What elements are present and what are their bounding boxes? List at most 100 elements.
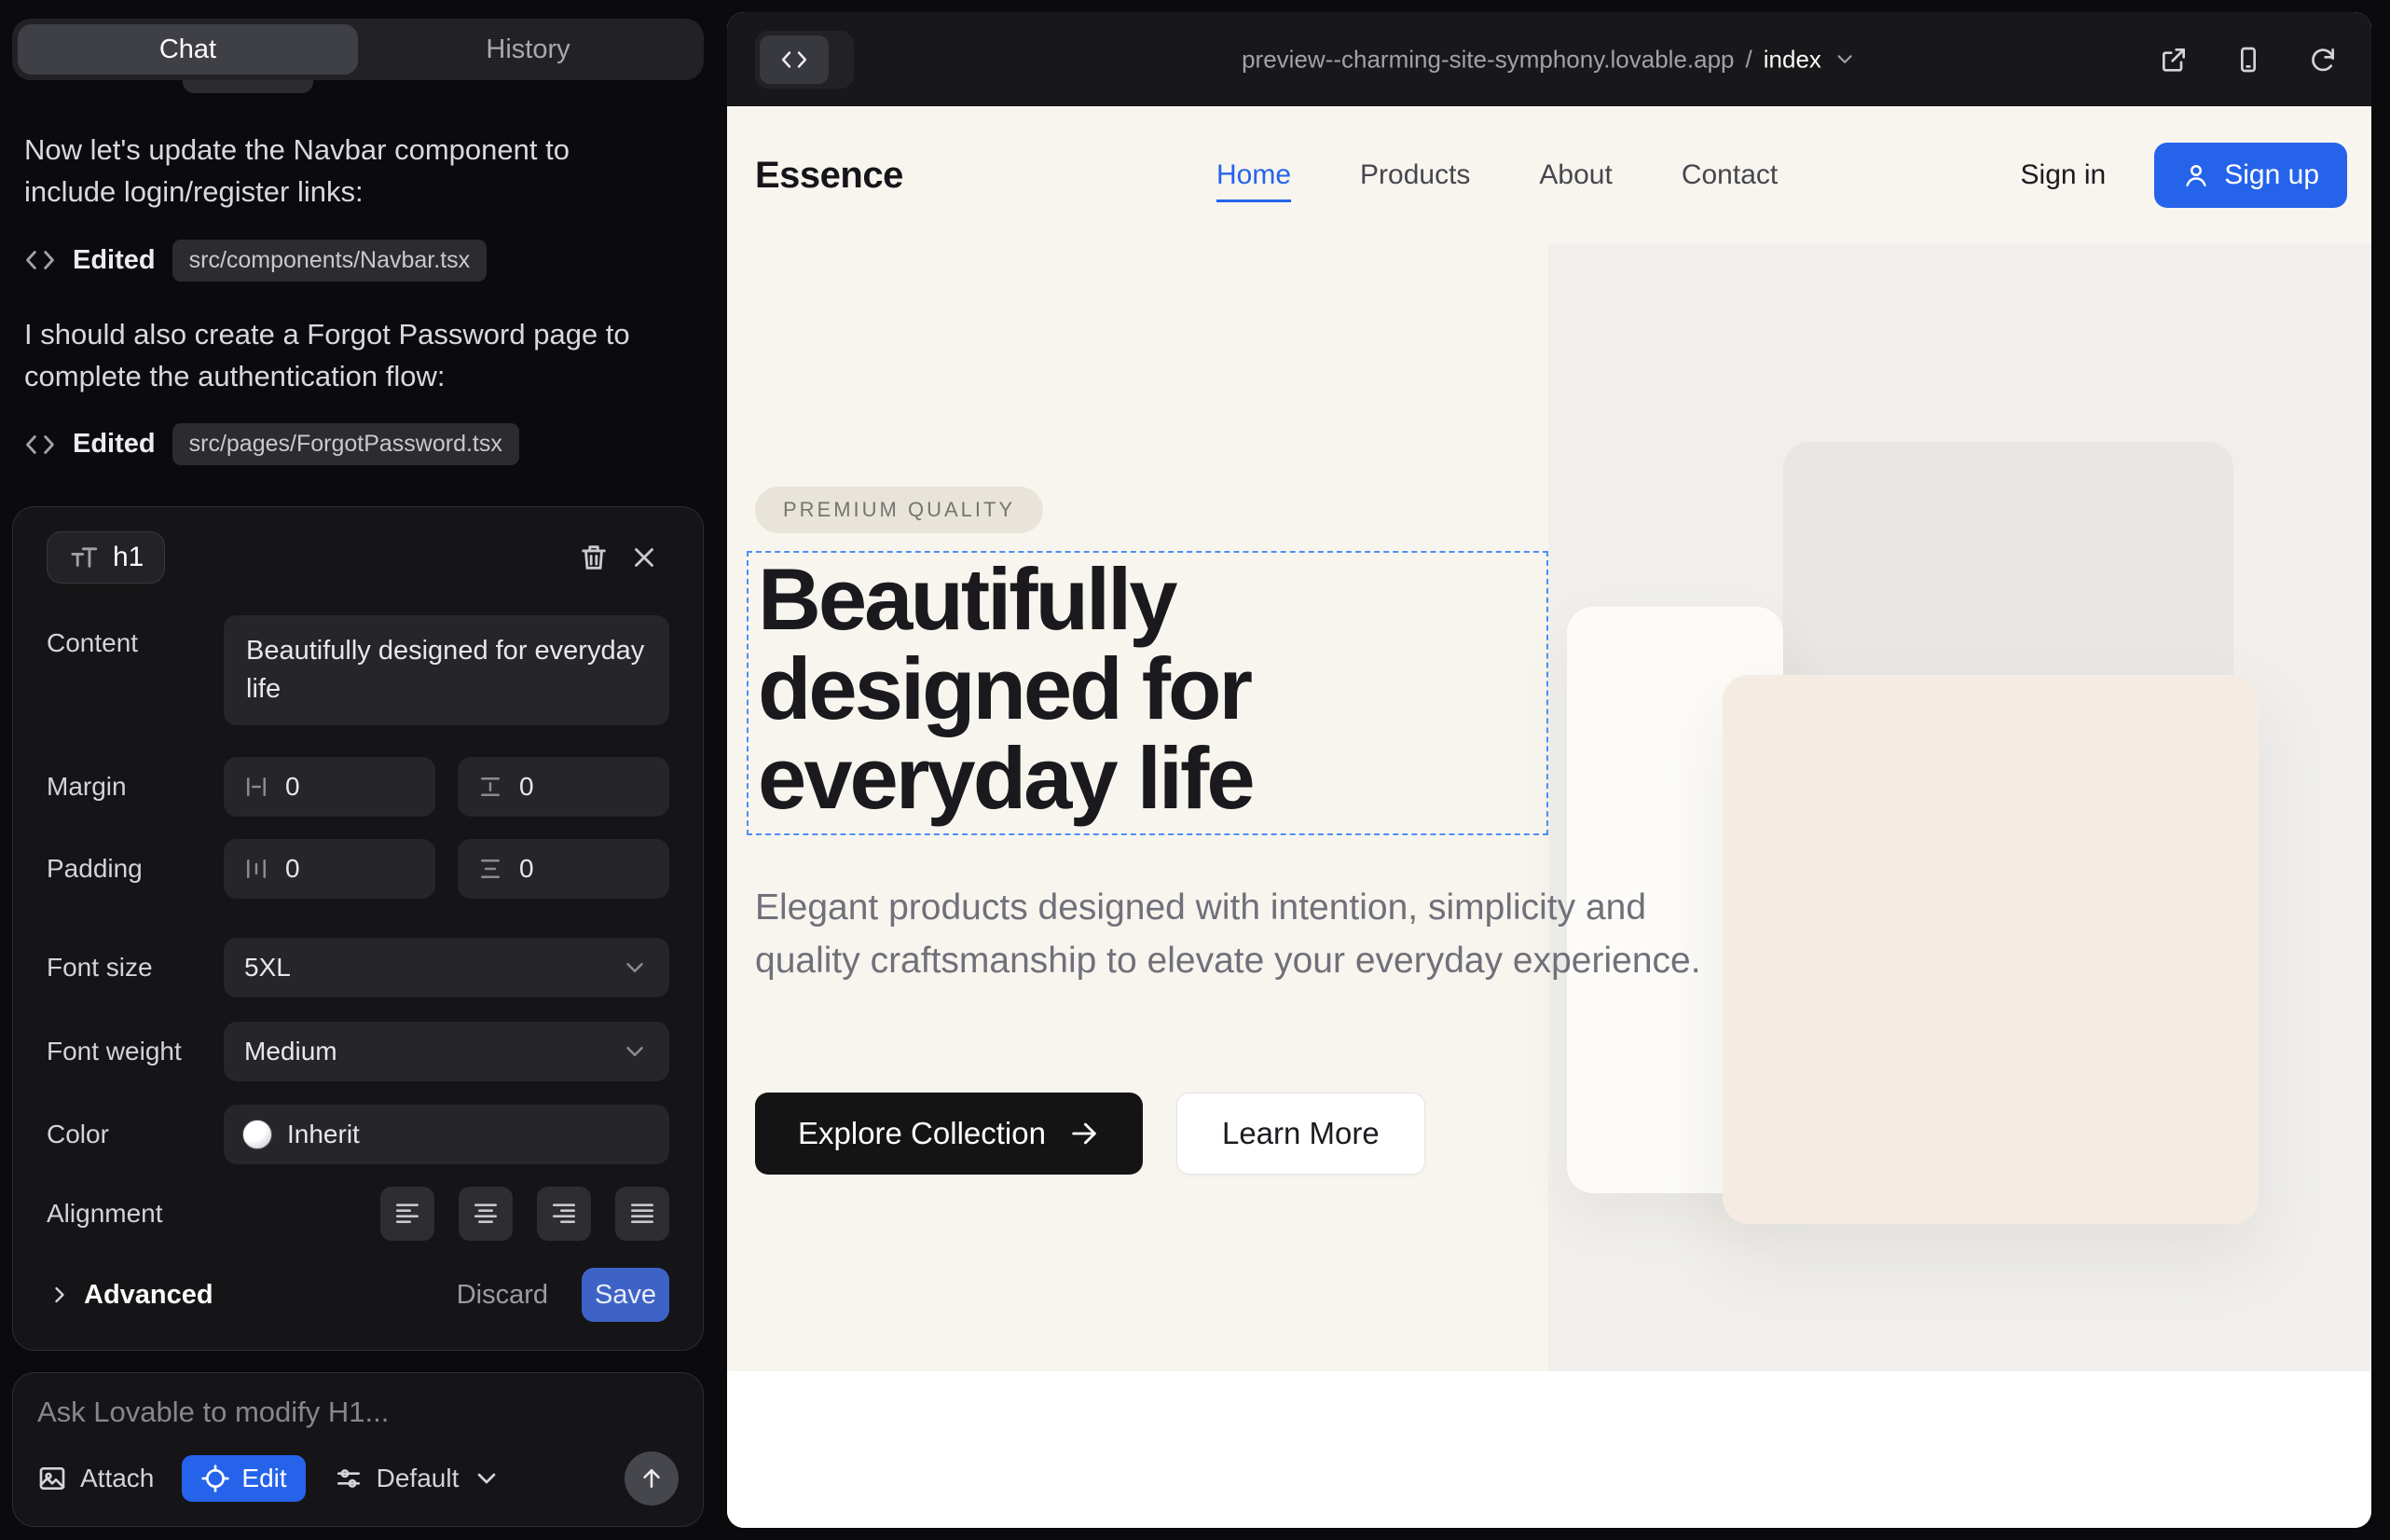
sign-in-button[interactable]: Sign in	[2021, 159, 2107, 191]
font-weight-select[interactable]: Medium	[224, 1022, 669, 1081]
edited-file-row: Edited src/components/Navbar.tsx	[24, 240, 707, 282]
align-right-icon	[549, 1199, 579, 1229]
font-size-select[interactable]: 5XL	[224, 938, 669, 997]
advanced-label: Advanced	[84, 1280, 213, 1311]
chat-message: Now let's update the Navbar component to…	[24, 129, 667, 213]
refresh-icon	[2308, 45, 2338, 75]
preview-toolbar-actions	[2153, 39, 2343, 80]
mobile-view-button[interactable]	[2228, 39, 2269, 80]
advanced-toggle[interactable]: Advanced	[47, 1280, 213, 1311]
close-editor-button[interactable]	[619, 532, 669, 583]
nav-link-home[interactable]: Home	[1216, 159, 1291, 202]
color-row: Color Inherit	[47, 1105, 669, 1164]
explore-collection-button[interactable]: Explore Collection	[755, 1093, 1143, 1175]
chevron-down-icon	[472, 1464, 501, 1493]
open-in-new-tab-button[interactable]	[2153, 39, 2194, 80]
chat-messages: Now let's update the Navbar component to…	[24, 129, 707, 497]
margin-row: Margin 0 0	[47, 757, 669, 817]
padding-row: Padding 0 0	[47, 839, 669, 899]
content-input[interactable]: Beautifully designed for everyday life	[224, 615, 669, 725]
nav-link-products[interactable]: Products	[1360, 159, 1470, 191]
alignment-label: Alignment	[47, 1199, 224, 1229]
code-icon	[24, 429, 56, 461]
margin-x-value: 0	[285, 772, 300, 802]
site-nav-links: Home Products About Contact	[1216, 106, 1778, 244]
editor-footer: Advanced Discard Save	[47, 1268, 669, 1322]
edit-mode-button[interactable]: Edit	[182, 1455, 305, 1502]
align-center-button[interactable]	[459, 1187, 513, 1241]
arrow-up-icon	[638, 1464, 666, 1492]
margin-vertical-icon	[476, 773, 504, 801]
edited-label: Edited	[73, 245, 156, 276]
padding-y-input[interactable]: 0	[458, 839, 669, 899]
url-domain: preview--charming-site-symphony.lovable.…	[1242, 45, 1734, 74]
sign-up-label: Sign up	[2224, 159, 2319, 191]
url-path: index	[1764, 45, 1821, 74]
url-bar[interactable]: preview--charming-site-symphony.lovable.…	[1242, 45, 1857, 74]
smartphone-icon	[2233, 45, 2263, 75]
decorative-card-beige	[1723, 675, 2259, 1224]
align-left-button[interactable]	[380, 1187, 434, 1241]
edit-label: Edit	[241, 1464, 286, 1493]
close-icon	[628, 542, 660, 573]
font-weight-row: Font weight Medium	[47, 1022, 669, 1081]
typography-icon	[68, 542, 100, 573]
external-link-icon	[2159, 45, 2189, 75]
discard-button[interactable]: Discard	[457, 1280, 548, 1311]
composer: Attach Edit Default	[12, 1372, 704, 1527]
preview-toolbar: preview--charming-site-symphony.lovable.…	[727, 12, 2371, 106]
send-button[interactable]	[625, 1451, 679, 1506]
section-below-hero	[727, 1371, 2371, 1528]
tab-chat[interactable]: Chat	[18, 24, 358, 75]
padding-horizontal-icon	[242, 855, 270, 883]
element-tag-badge: h1	[47, 531, 165, 584]
margin-y-input[interactable]: 0	[458, 757, 669, 817]
view-toggle	[755, 31, 854, 89]
edited-label: Edited	[73, 429, 156, 460]
color-label: Color	[47, 1120, 224, 1149]
sliders-icon	[334, 1464, 364, 1493]
code-icon	[24, 244, 56, 276]
delete-element-button[interactable]	[569, 532, 619, 583]
site-brand[interactable]: Essence	[755, 155, 903, 197]
align-center-icon	[471, 1199, 501, 1229]
padding-vertical-icon	[476, 855, 504, 883]
padding-x-input[interactable]: 0	[224, 839, 435, 899]
margin-x-input[interactable]: 0	[224, 757, 435, 817]
attach-label: Attach	[80, 1464, 154, 1493]
code-view-button[interactable]	[760, 35, 829, 84]
explore-collection-label: Explore Collection	[798, 1116, 1046, 1151]
file-chip-navbar[interactable]: src/components/Navbar.tsx	[172, 240, 488, 282]
color-select[interactable]: Inherit	[224, 1105, 669, 1164]
padding-x-value: 0	[285, 854, 300, 884]
margin-y-value: 0	[519, 772, 534, 802]
preview-panel: preview--charming-site-symphony.lovable.…	[727, 12, 2371, 1528]
color-swatch	[242, 1120, 272, 1149]
model-default-button[interactable]: Default	[334, 1464, 502, 1493]
font-weight-label: Font weight	[47, 1037, 224, 1066]
element-editor: h1 Content Beautifully designed fo	[12, 506, 704, 1351]
site-preview: Essence Home Products About Contact Sign…	[727, 106, 2371, 1528]
align-right-button[interactable]	[537, 1187, 591, 1241]
learn-more-button[interactable]: Learn More	[1176, 1093, 1425, 1175]
site-headline: Beautifully designed for everyday life	[758, 555, 1537, 823]
site-navbar: Essence Home Products About Contact Sign…	[727, 106, 2371, 244]
sign-up-button[interactable]: Sign up	[2154, 143, 2347, 208]
default-label: Default	[377, 1464, 460, 1493]
composer-input[interactable]	[37, 1396, 679, 1429]
nav-link-about[interactable]: About	[1539, 159, 1612, 191]
file-chip-forgot-password[interactable]: src/pages/ForgotPassword.tsx	[172, 423, 519, 465]
tab-history[interactable]: History	[358, 24, 698, 75]
selected-h1-element[interactable]: Beautifully designed for everyday life	[747, 551, 1548, 835]
nav-link-contact[interactable]: Contact	[1682, 159, 1778, 191]
font-size-value: 5XL	[244, 953, 291, 983]
refresh-button[interactable]	[2302, 39, 2343, 80]
chat-message: I should also create a Forgot Password p…	[24, 313, 667, 398]
margin-horizontal-icon	[242, 773, 270, 801]
edited-file-row: Edited src/pages/ForgotPassword.tsx	[24, 423, 707, 465]
chevron-down-icon	[1833, 48, 1857, 72]
save-button[interactable]: Save	[582, 1268, 669, 1322]
font-size-row: Font size 5XL	[47, 938, 669, 997]
attach-button[interactable]: Attach	[37, 1464, 154, 1493]
align-justify-button[interactable]	[615, 1187, 669, 1241]
